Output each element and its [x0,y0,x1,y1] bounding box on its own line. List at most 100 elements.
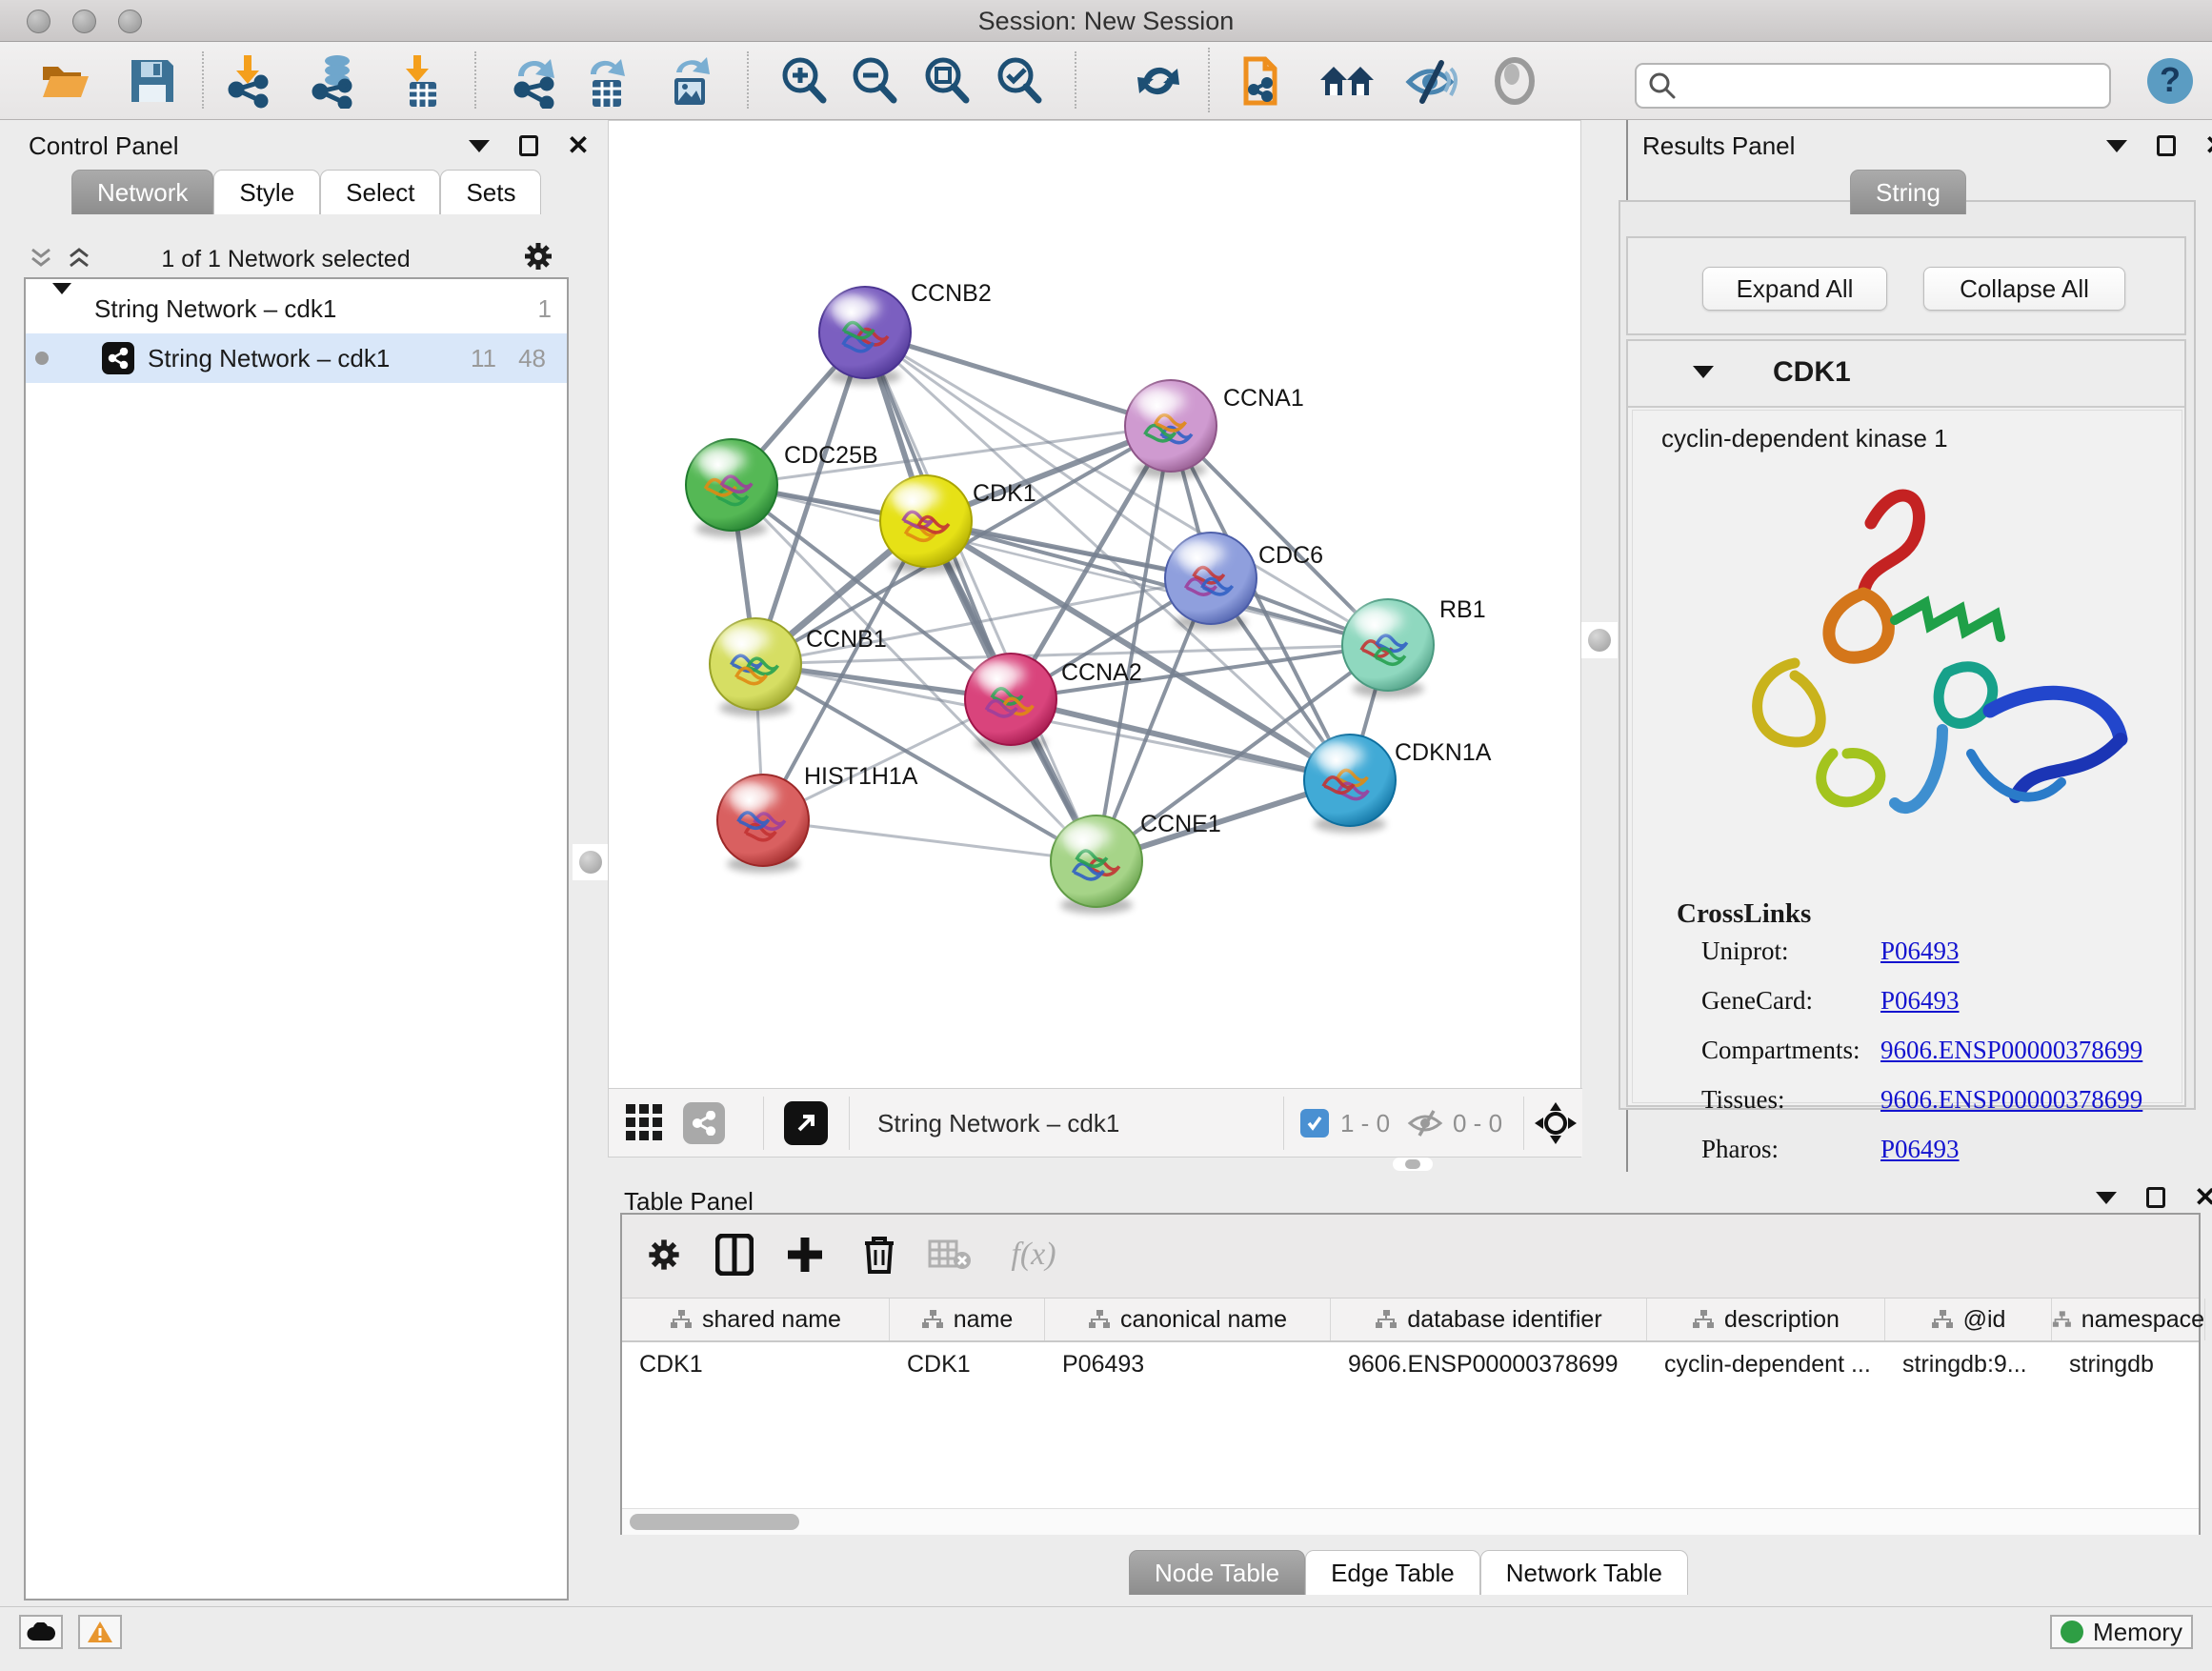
column-header-namespace[interactable]: namespace [2052,1299,2205,1340]
warning-status-button[interactable] [78,1615,122,1649]
table-cell[interactable]: P06493 [1045,1344,1331,1384]
expand-all-button[interactable]: Expand All [1702,267,1887,311]
help-button[interactable]: ? [2140,50,2201,111]
panel-float-button[interactable] [2152,133,2181,158]
left-splitter-handle[interactable] [573,844,609,880]
tab-style[interactable]: Style [213,170,320,214]
birdseye-target-icon[interactable] [1535,1102,1577,1144]
network-node-ccna1[interactable]: CCNA1 [1125,380,1304,478]
table-row[interactable]: CDK1CDK1P064939606.ENSP00000378699cyclin… [622,1344,2199,1384]
cloud-status-button[interactable] [19,1615,63,1649]
clone-network-button[interactable] [1233,50,1294,111]
panel-float-button[interactable] [514,133,543,158]
export-network-button[interactable] [505,50,566,111]
zoom-selected-button[interactable] [989,50,1050,111]
panel-close-button[interactable]: ✕ [2191,1185,2212,1210]
grid-view-icon[interactable] [626,1104,664,1142]
network-edge[interactable] [865,332,1171,426]
panel-close-button[interactable]: ✕ [2202,133,2212,158]
network-node-cdc6[interactable]: CDC6 [1165,533,1323,631]
column-header-id[interactable]: @id [1885,1299,2052,1340]
table-cell[interactable]: cyclin-dependent ... [1647,1344,1885,1384]
zoom-in-button[interactable] [774,50,835,111]
network-tree-root-row[interactable]: String Network – cdk1 1 [26,284,567,333]
network-node-ccna2[interactable]: CCNA2 [965,654,1142,752]
network-share-button[interactable] [683,1102,725,1144]
string-home-button[interactable] [1317,50,1377,111]
save-session-button[interactable] [122,50,183,111]
tab-sets[interactable]: Sets [440,170,541,214]
open-in-window-button[interactable] [784,1101,828,1145]
show-sphere-button[interactable] [1484,50,1545,111]
network-node-hist1h1a[interactable]: HIST1H1A [717,763,918,873]
network-node-ccnb1[interactable]: CCNB1 [710,618,887,716]
network-status-dot [35,352,49,365]
import-network-database-button[interactable] [305,50,366,111]
network-node-cdk1[interactable]: CDK1 [880,475,1036,574]
panel-float-button[interactable] [2142,1185,2170,1210]
tab-network[interactable]: Network [71,170,213,214]
add-column-button[interactable] [776,1226,834,1283]
delete-column-button[interactable] [851,1226,908,1283]
table-cell[interactable]: stringdb [2052,1344,2205,1384]
panel-close-button[interactable]: ✕ [564,133,593,158]
network-node-ccne1[interactable]: CCNE1 [1051,811,1221,914]
tab-string[interactable]: String [1850,170,1966,214]
hide-selection-button[interactable] [1400,50,1461,111]
bottom-splitter-handle[interactable] [1393,1158,1433,1171]
crosslink-link[interactable]: P06493 [1880,1135,1960,1164]
scrollbar-thumb[interactable] [630,1514,799,1530]
collapse-all-button[interactable]: Collapse All [1923,267,2125,311]
column-header-canonical-name[interactable]: canonical name [1045,1299,1331,1340]
crosslink-link[interactable]: 9606.ENSP00000378699 [1880,1036,2142,1065]
column-header-description[interactable]: description [1647,1299,1885,1340]
export-image-button[interactable] [659,50,720,111]
network-tree-child-row[interactable]: String Network – cdk1 11 48 [26,333,567,383]
network-selection-status: 1 of 1 Network selected [0,246,572,273]
horizontal-scrollbar[interactable] [622,1508,2199,1535]
zoom-out-button[interactable] [844,50,905,111]
toolbar-separator [474,51,476,109]
crosslink-link[interactable]: 9606.ENSP00000378699 [1880,1085,2142,1115]
toolbar-separator [1075,51,1076,109]
open-session-button[interactable] [34,50,95,111]
refresh-icon [1132,54,1185,108]
tab-select[interactable]: Select [320,170,440,214]
tab-edge-table[interactable]: Edge Table [1305,1550,1480,1595]
tab-node-table[interactable]: Node Table [1129,1550,1305,1595]
crosslink-link[interactable]: P06493 [1880,986,1960,1016]
column-header-name[interactable]: name [890,1299,1045,1340]
cdk1-result-header[interactable]: CDK1 [1628,341,2184,408]
crosslink-link[interactable]: P06493 [1880,936,1960,966]
import-network-file-button[interactable] [219,50,280,111]
column-header-database-identifier[interactable]: database identifier [1331,1299,1647,1340]
node-label-cdkn1a: CDKN1A [1395,739,1492,766]
memory-button[interactable]: Memory [2050,1615,2193,1649]
network-node-cdkn1a[interactable]: CDKN1A [1304,735,1492,833]
search-input[interactable] [1677,72,2086,99]
refresh-layout-button[interactable] [1128,50,1189,111]
table-cell[interactable]: stringdb:9... [1885,1344,2052,1384]
network-canvas[interactable]: CCNB2CCNA1CDC25BCDK1CDC6RB1CCNB1CCNA2CDK… [609,121,1580,1087]
panel-menu-button[interactable] [465,133,493,158]
panel-menu-button[interactable] [2102,133,2131,158]
table-cell[interactable]: 9606.ENSP00000378699 [1331,1344,1647,1384]
table-cell[interactable]: CDK1 [622,1344,890,1384]
table-settings-button[interactable] [635,1226,693,1283]
selected-checkbox[interactable] [1300,1109,1329,1137]
network-node-rb1[interactable]: RB1 [1342,596,1486,697]
column-type-icon [1088,1309,1111,1330]
tab-network-table[interactable]: Network Table [1480,1550,1688,1595]
collapse-entry-icon[interactable] [1693,366,1714,378]
panel-menu-button[interactable] [2092,1185,2121,1210]
show-columns-button[interactable] [706,1226,763,1283]
network-edge[interactable] [763,820,1096,861]
export-table-button[interactable] [575,50,636,111]
gear-icon[interactable] [522,240,554,272]
tree-expand-icon[interactable] [52,294,71,324]
right-splitter-handle[interactable] [1581,622,1618,658]
table-cell[interactable]: CDK1 [890,1344,1045,1384]
zoom-fit-button[interactable] [916,50,977,111]
import-table-button[interactable] [389,50,450,111]
column-header-shared-name[interactable]: shared name [622,1299,890,1340]
